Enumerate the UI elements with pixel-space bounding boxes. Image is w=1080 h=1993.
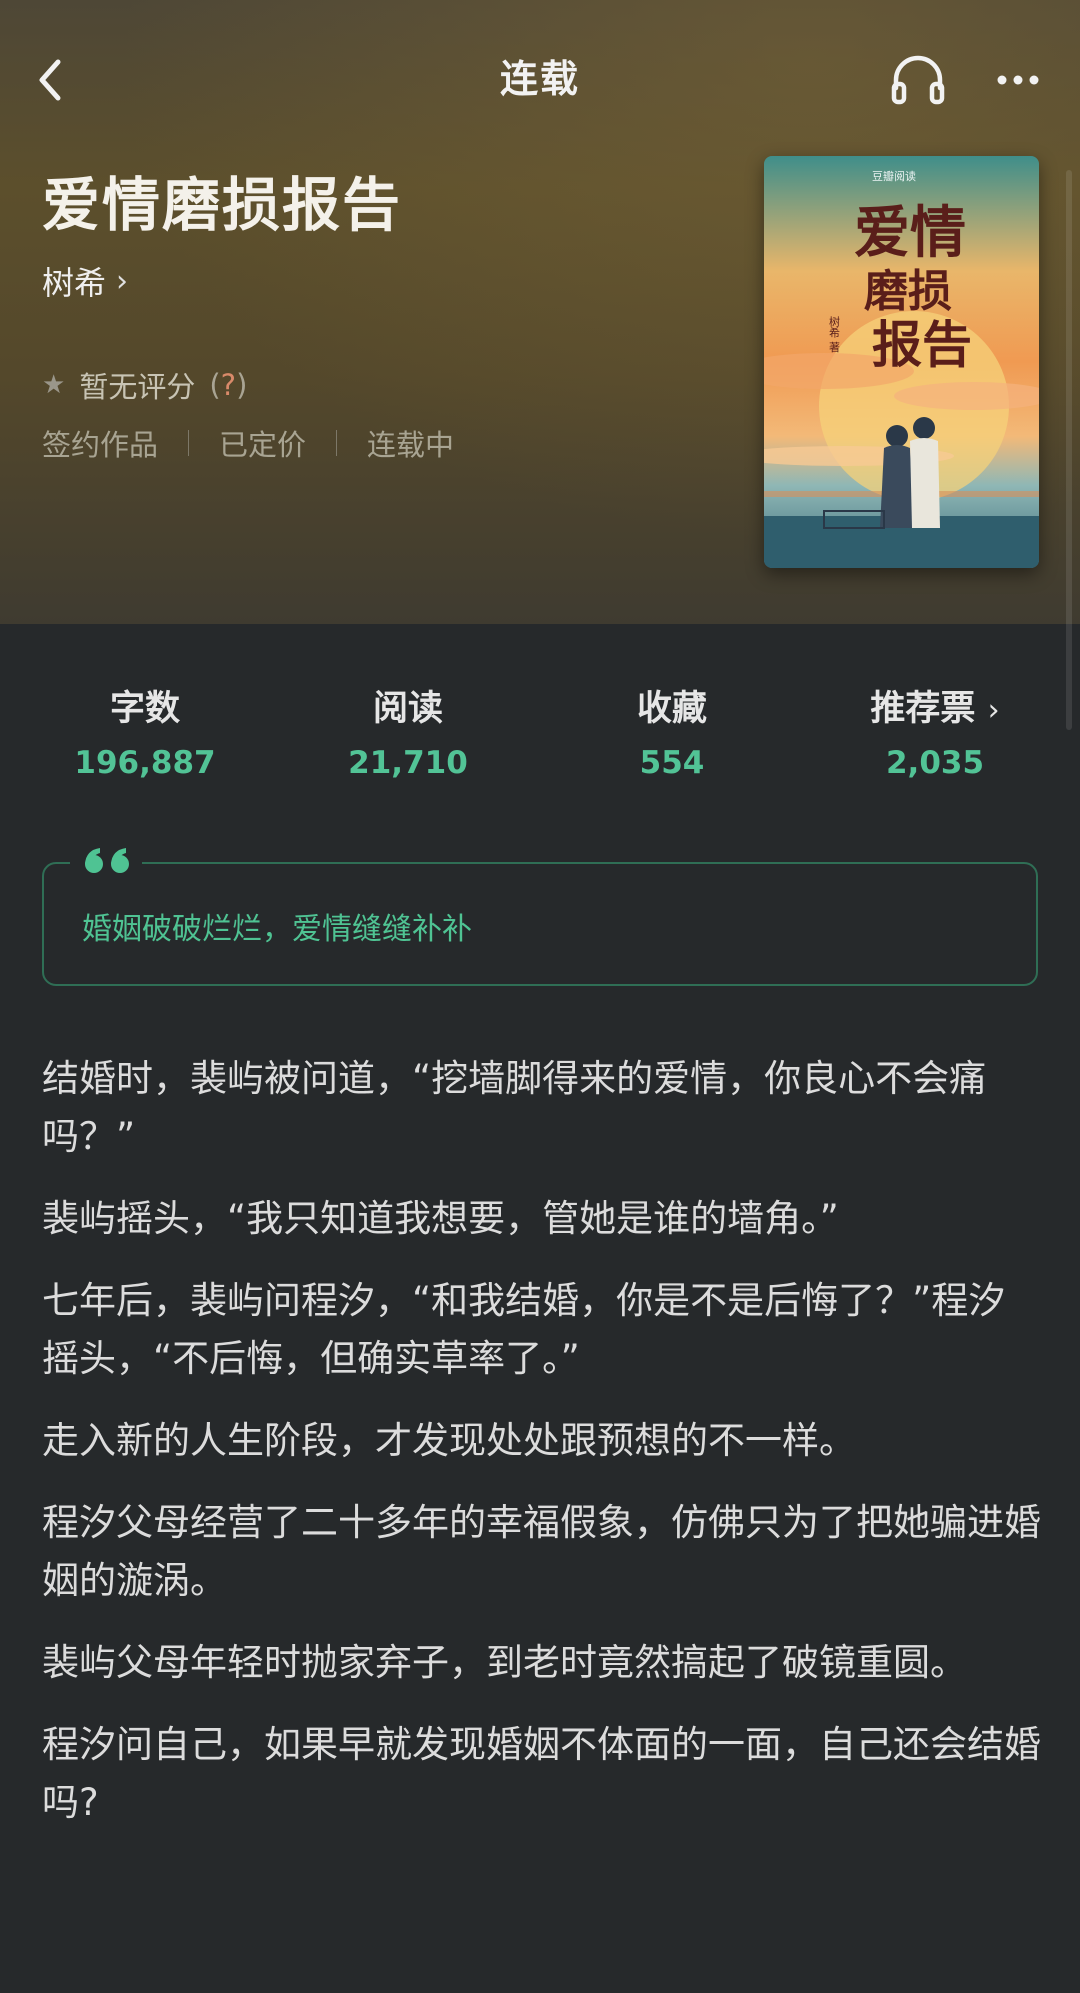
- book-synopsis: 结婚时，裴屿被问道，“挖墙脚得来的爱情，你良心不会痛吗？” 裴屿摇头，“我只知道…: [42, 1050, 1042, 1856]
- stat-label: 收藏: [636, 689, 707, 729]
- stat-label: 字数: [109, 689, 180, 729]
- author-name: 树希: [42, 264, 107, 302]
- page-scrollbar[interactable]: [1066, 170, 1072, 730]
- synopsis-paragraph: 裴屿父母年轻时抛家弃子，到老时竟然搞起了破镜重圆。: [42, 1641, 967, 1684]
- book-stats: 字数 196,887 阅读 21,710 收藏 554 推荐票 › 2,035: [0, 680, 1080, 790]
- book-cover[interactable]: 豆瓣阅读 爱情 磨损 报告 树希 著: [764, 156, 1039, 568]
- synopsis-paragraph: 程汐父母经营了二十多年的幸福假象，仿佛只为了把她骗进婚姻的漩涡。: [42, 1501, 1041, 1602]
- cover-title-line-3: 报告: [872, 315, 972, 374]
- stat-label: 推荐票 ›: [820, 680, 1050, 731]
- tagline-text: 婚姻破破烂烂，爱情缝缝补补: [82, 912, 472, 947]
- synopsis-paragraph: 裴屿摇头，“我只知道我想要，管她是谁的墙角。”: [42, 1197, 839, 1240]
- tag-divider: [336, 430, 338, 456]
- tag-serializing: 连载中: [367, 428, 455, 462]
- star-icon: ★: [42, 370, 66, 400]
- stat-value: 554: [639, 745, 705, 781]
- author-link[interactable]: 树希 ›: [42, 258, 128, 304]
- rating-help-close: ): [236, 368, 248, 402]
- stat-value: 196,887: [74, 745, 216, 781]
- book-title: 爱情磨损报告: [42, 171, 403, 239]
- stat-value: 21,710: [348, 745, 468, 781]
- cover-title-line-2: 磨损: [864, 266, 952, 317]
- synopsis-paragraph: 程汐问自己，如果早就发现婚姻不体面的一面，自己还会结婚吗?: [42, 1723, 1041, 1824]
- synopsis-paragraph: 七年后，裴屿问程汐，“和我结婚，你是不是后悔了？”程汐摇头，“不后悔，但确实草率…: [42, 1279, 1006, 1380]
- stat-reads: 阅读 21,710: [293, 680, 523, 781]
- chevron-right-icon: ›: [987, 693, 1000, 728]
- stat-word-count: 字数 196,887: [30, 680, 260, 781]
- tag-priced: 已定价: [219, 428, 307, 462]
- listen-button[interactable]: [888, 50, 948, 110]
- top-navigation-bar: 连载: [0, 0, 1080, 150]
- cover-title-line-1: 爱情: [854, 200, 966, 266]
- more-button[interactable]: [990, 50, 1050, 110]
- book-hero: 连载 爱情磨损报告 树希 › ★ 暂无评分 (?) 签约作品 已定价 连载中 豆…: [0, 0, 1080, 624]
- stat-label-text: 推荐票: [870, 689, 976, 729]
- more-dots-icon: [997, 75, 1039, 85]
- page-title: 连载: [499, 56, 580, 101]
- rating-row: ★ 暂无评分 (?): [42, 364, 247, 406]
- tag-signed: 签约作品: [42, 428, 159, 462]
- back-arrow-icon: [39, 59, 61, 101]
- rating-help-open: (: [209, 368, 221, 402]
- quote-mark-icon: [70, 836, 142, 884]
- book-cover-illustration: 豆瓣阅读 爱情 磨损 报告 树希 著: [764, 156, 1039, 568]
- book-tags: 签约作品 已定价 连载中: [42, 422, 454, 464]
- cover-author: 树希 著: [828, 315, 841, 353]
- tag-divider: [188, 430, 190, 456]
- rating-help-button[interactable]: ?: [221, 368, 236, 402]
- chevron-right-icon: ›: [116, 263, 129, 299]
- cover-publisher: 豆瓣阅读: [872, 169, 916, 183]
- back-button[interactable]: [30, 50, 90, 110]
- headphones-icon: [891, 55, 945, 105]
- synopsis-paragraph: 结婚时，裴屿被问道，“挖墙脚得来的爱情，你良心不会痛吗？”: [42, 1057, 987, 1158]
- rating-text: 暂无评分: [79, 370, 196, 404]
- stat-recommend-votes[interactable]: 推荐票 › 2,035: [820, 680, 1050, 781]
- stat-label: 阅读: [372, 689, 443, 729]
- stat-value: 2,035: [885, 745, 985, 781]
- synopsis-paragraph: 走入新的人生阶段，才发现处处跟预想的不一样。: [42, 1419, 856, 1462]
- stat-favorites: 收藏 554: [557, 680, 787, 781]
